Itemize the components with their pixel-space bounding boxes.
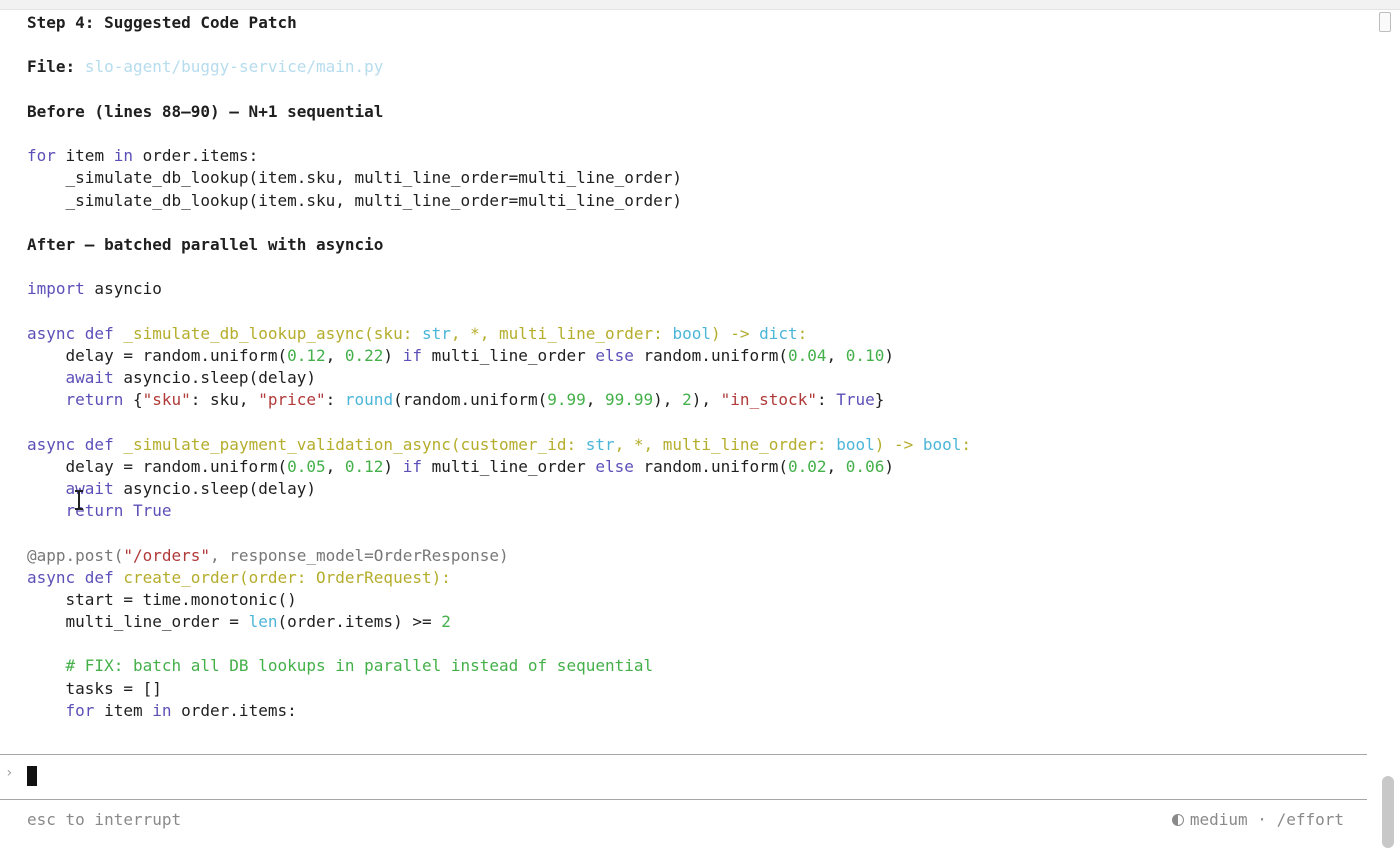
file-path-link[interactable]: slo-agent/buggy-service/main.py [85,57,384,76]
scrollbar-thumb[interactable] [1382,776,1394,848]
code-line: start = time.monotonic() [27,589,297,609]
scroll-up-button[interactable] [1379,12,1391,32]
code-line: delay = random.uniform(0.05, 0.12) if mu… [27,456,894,476]
interrupt-hint: esc to interrupt [27,810,182,829]
effort-level: medium [1189,810,1248,829]
code-line: multi_line_order = len(order.items) >= 2 [27,612,451,632]
code-line: await asyncio.sleep(delay) [65,368,316,387]
prompt-chevron-icon: › [5,765,14,781]
code-line: async def _simulate_payment_validation_a… [27,434,972,454]
window-top-strip [0,0,1400,10]
effort-indicator: medium · /effort [1171,810,1344,829]
scrollbar[interactable] [1378,12,1400,856]
code-line: delay = random.uniform(0.12, 0.22) if mu… [27,345,894,365]
prompt-input[interactable] [42,764,1346,790]
code-line: import asyncio [27,279,162,299]
text-cursor [27,766,37,786]
half-circle-icon [1171,814,1184,826]
mouse-ibeam-cursor [75,490,83,510]
terminal-output: Step 4: Suggested Code Patch File: slo-a… [27,12,1367,750]
step-title: Step 4: Suggested Code Patch [27,13,297,32]
prompt-divider-bottom [0,799,1367,800]
code-line: async def create_order(order: OrderReque… [27,567,451,587]
code-comment-line: # FIX: batch all DB lookups in parallel … [65,656,654,676]
code-line: return True [65,501,172,521]
before-heading: Before (lines 88–90) — N+1 sequential [27,101,384,121]
code-line: await asyncio.sleep(delay) [65,478,316,498]
code-line: _simulate_db_lookup(item.sku, multi_line… [27,190,683,210]
code-line: _simulate_db_lookup(item.sku, multi_line… [27,168,683,188]
file-line: File: slo-agent/buggy-service/main.py [27,56,1367,78]
code-line: return {"sku": sku, "price": round(rando… [65,390,885,410]
file-label: File: [27,57,76,77]
after-heading: After — batched parallel with asyncio [27,234,384,254]
effort-separator: · [1257,810,1267,829]
code-line: for item in order.items: [27,146,259,166]
code-line: for item in order.items: [65,700,297,720]
prompt-divider-top [0,754,1367,755]
code-line: @app.post("/orders", response_model=Orde… [27,545,509,565]
code-line: tasks = [] [27,678,162,698]
effort-command[interactable]: /effort [1277,810,1344,829]
code-line: async def _simulate_db_lookup_async(sku:… [27,323,808,343]
